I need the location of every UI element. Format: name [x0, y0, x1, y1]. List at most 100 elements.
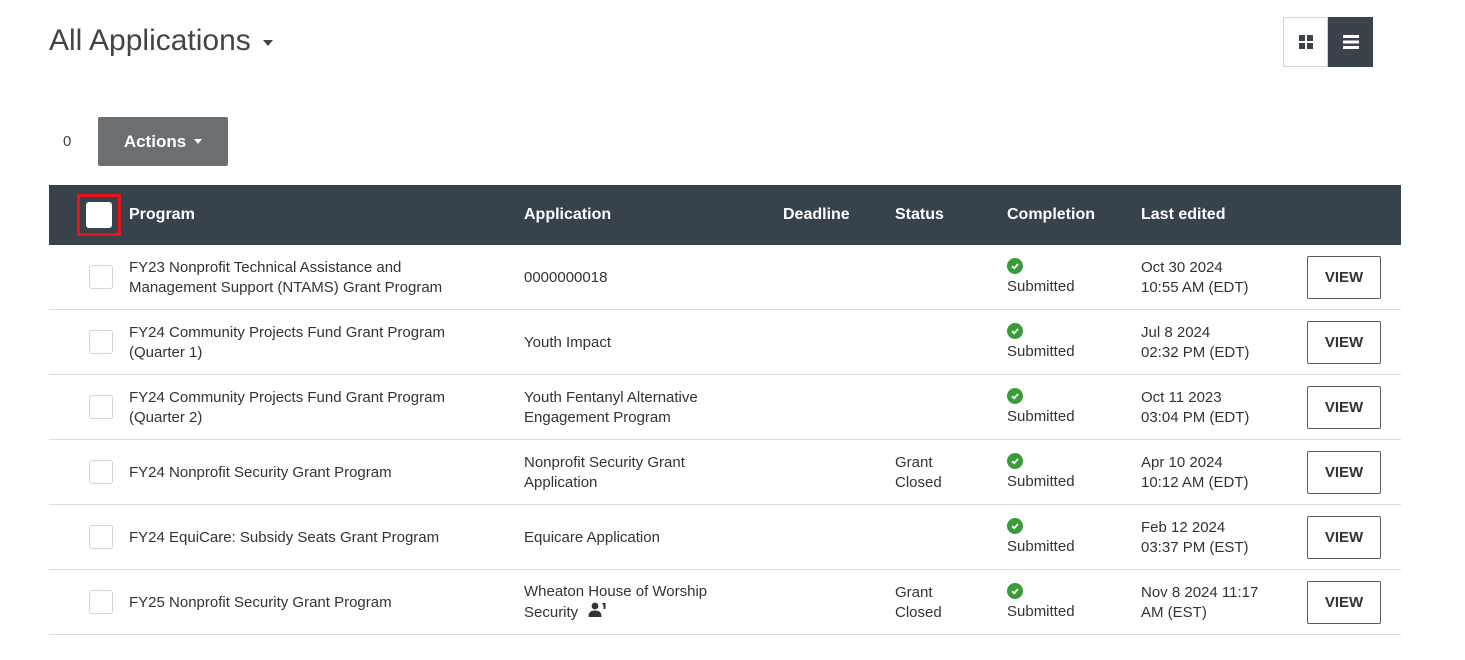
application-cell: 0000000018 [524, 245, 779, 310]
check-circle-icon [1007, 583, 1023, 599]
application-cell: Youth Impact [524, 310, 779, 375]
last-edited-cell: Jul 8 2024 02:32 PM (EDT) [1141, 310, 1291, 375]
selected-count: 0 [63, 133, 72, 150]
status-cell [895, 375, 995, 440]
row-checkbox[interactable] [89, 590, 113, 614]
select-all-checkbox[interactable] [86, 202, 112, 228]
page-title-text: All Applications [49, 24, 251, 57]
completion-cell: Submitted [1007, 505, 1127, 570]
list-view-button[interactable] [1328, 17, 1373, 67]
application-text: Youth Fentanyl Alternative [524, 388, 698, 406]
completion-text: Submitted [1007, 603, 1075, 620]
application-cell: Youth Fentanyl Alternative Engagement Pro… [524, 375, 779, 440]
applications-table: Program Application Deadline Status Comp… [49, 185, 1401, 635]
grid-view-button[interactable] [1283, 17, 1328, 67]
last-edited-cell: Oct 11 2023 03:04 PM (EDT) [1141, 375, 1291, 440]
completion-cell: Submitted [1007, 310, 1127, 375]
status-text: Grant [895, 453, 933, 471]
last-edited-text: 03:04 PM (EDT) [1141, 408, 1250, 426]
view-button[interactable]: VIEW [1307, 321, 1381, 364]
last-edited-text: AM (EST) [1141, 603, 1207, 621]
application-text: Application [524, 473, 598, 491]
application-text: Engagement Program [524, 408, 671, 426]
last-edited-cell: Apr 10 2024 10:12 AM (EDT) [1141, 440, 1291, 505]
check-circle-icon [1007, 258, 1023, 274]
check-circle-icon [1007, 388, 1023, 404]
status-cell: Grant Closed [895, 440, 995, 505]
application-text: Wheaton House of Worship [524, 582, 708, 600]
column-header-application[interactable]: Application [524, 185, 611, 245]
completion-cell: Submitted [1007, 440, 1127, 505]
last-edited-text: Apr 10 2024 [1141, 453, 1223, 471]
completion-text: Submitted [1007, 343, 1075, 360]
status-cell [895, 310, 995, 375]
application-text: Youth Impact [524, 333, 612, 351]
view-button[interactable]: VIEW [1307, 256, 1381, 299]
last-edited-text: 03:37 PM (EST) [1141, 538, 1249, 556]
program-cell: FY23 Nonprofit Technical Assistance and M… [129, 245, 509, 310]
last-edited-cell: Nov 8 2024 11:17 AM (EST) [1141, 570, 1291, 635]
check-circle-icon [1007, 453, 1023, 469]
column-header-deadline[interactable]: Deadline [783, 185, 850, 245]
application-text: Equicare Application [524, 528, 660, 546]
list-icon [1342, 35, 1359, 49]
view-button[interactable]: VIEW [1307, 451, 1381, 494]
application-text: Nonprofit Security Grant [524, 453, 685, 471]
chevron-down-icon [262, 40, 273, 46]
application-cell: Nonprofit Security Grant Application [524, 440, 779, 505]
column-header-completion[interactable]: Completion [1007, 185, 1095, 245]
program-cell: FY24 EquiCare: Subsidy Seats Grant Progr… [129, 505, 509, 570]
row-checkbox[interactable] [89, 460, 113, 484]
select-all-highlight [77, 194, 121, 236]
row-checkbox[interactable] [89, 265, 113, 289]
table-row: FY24 EquiCare: Subsidy Seats Grant Progr… [49, 505, 1401, 570]
program-text: Management Support (NTAMS) Grant Program [129, 278, 443, 296]
column-header-last-edited[interactable]: Last edited [1141, 185, 1225, 245]
table-row: FY24 Community Projects Fund Grant Progr… [49, 375, 1401, 440]
last-edited-text: Oct 11 2023 [1141, 388, 1222, 406]
completion-cell: Submitted [1007, 245, 1127, 310]
chevron-down-icon [194, 139, 203, 144]
actions-label: Actions [123, 131, 187, 151]
completion-text: Submitted [1007, 408, 1075, 425]
status-cell [895, 505, 995, 570]
last-edited-text: Oct 30 2024 [1141, 258, 1223, 276]
status-text: Closed [895, 473, 942, 491]
grid-icon [1298, 35, 1313, 49]
last-edited-text: Nov 8 2024 11:17 [1141, 583, 1259, 601]
row-checkbox[interactable] [89, 395, 113, 419]
row-checkbox[interactable] [89, 525, 113, 549]
table-row: FY24 Nonprofit Security Grant Program No… [49, 440, 1401, 505]
column-header-program[interactable]: Program [129, 185, 195, 245]
last-edited-text: Feb 12 2024 [1141, 518, 1226, 536]
view-toggle [1283, 17, 1373, 67]
table-header: Program Application Deadline Status Comp… [49, 185, 1401, 245]
application-text: 0000000018 [524, 268, 608, 286]
view-button[interactable]: VIEW [1307, 386, 1381, 429]
completion-text: Submitted [1007, 278, 1075, 295]
page-title[interactable]: All Applications [49, 24, 273, 58]
column-header-status[interactable]: Status [895, 185, 944, 245]
check-circle-icon [1007, 518, 1023, 534]
program-cell: FY24 Community Projects Fund Grant Progr… [129, 310, 509, 375]
completion-cell: Submitted [1007, 570, 1127, 635]
program-cell: FY25 Nonprofit Security Grant Program [129, 570, 509, 635]
view-button[interactable]: VIEW [1307, 516, 1381, 559]
view-button[interactable]: VIEW [1307, 581, 1381, 624]
last-edited-text: Jul 8 2024 [1141, 323, 1211, 341]
last-edited-text: 10:55 AM (EDT) [1141, 278, 1249, 296]
status-text: Grant [895, 583, 933, 601]
actions-dropdown-button[interactable]: Actions [98, 117, 228, 166]
last-edited-cell: Feb 12 2024 03:37 PM (EST) [1141, 505, 1291, 570]
completion-text: Submitted [1007, 538, 1075, 555]
program-text: FY24 EquiCare: Subsidy Seats Grant Progr… [129, 528, 440, 546]
application-cell: Equicare Application [524, 505, 779, 570]
last-edited-text: 02:32 PM (EDT) [1141, 343, 1250, 361]
row-checkbox[interactable] [89, 330, 113, 354]
program-text: FY23 Nonprofit Technical Assistance and [129, 258, 402, 276]
table-row: FY24 Community Projects Fund Grant Progr… [49, 310, 1401, 375]
table-row: FY23 Nonprofit Technical Assistance and M… [49, 245, 1401, 310]
status-cell: Grant Closed [895, 570, 995, 635]
last-edited-cell: Oct 30 2024 10:55 AM (EDT) [1141, 245, 1291, 310]
user-collaborator-icon[interactable] [588, 602, 608, 624]
